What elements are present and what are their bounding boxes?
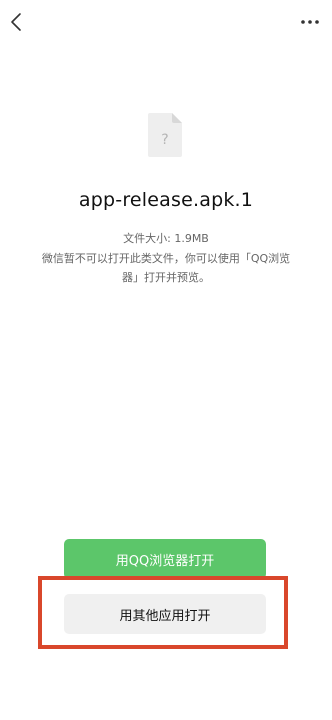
open-with-other-app-label: 用其他应用打开 — [119, 608, 211, 624]
unsupported-notice: 微信暂不可以打开此类文件，你可以使用「QQ浏览器」打开并预览。 — [41, 252, 291, 284]
file-name: app-release.apk.1 — [78, 189, 254, 211]
unknown-file-icon: ? — [148, 113, 182, 157]
back-button[interactable] — [4, 8, 28, 36]
more-button[interactable] — [296, 8, 324, 36]
question-mark-glyph: ? — [161, 132, 168, 148]
file-size: 文件大小: 1.9MB — [123, 232, 209, 245]
file-preview-screen: ? app-release.apk.1 文件大小: 1.9MB 微信暂不可以打开… — [0, 0, 332, 720]
chevron-left-icon — [11, 13, 21, 31]
open-with-qq-browser-label: 用QQ浏览器打开 — [115, 553, 215, 569]
more-horizontal-icon — [301, 20, 319, 24]
open-with-other-app-button[interactable]: 用其他应用打开 — [64, 594, 266, 634]
top-bar — [0, 0, 332, 44]
open-with-qq-browser-button[interactable]: 用QQ浏览器打开 — [64, 539, 266, 579]
